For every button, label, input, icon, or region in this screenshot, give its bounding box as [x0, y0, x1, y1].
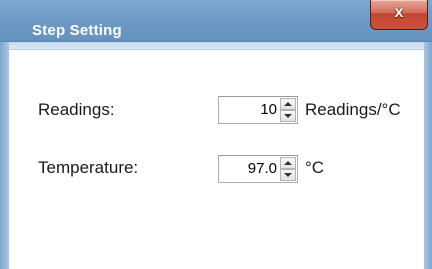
readings-decrement-button[interactable] [280, 110, 296, 122]
chevron-down-icon [284, 114, 292, 118]
temperature-spinbox[interactable]: 97.0 [218, 155, 298, 183]
step-setting-dialog: Step Setting x Readings: 10 Readings/°C … [0, 0, 432, 269]
readings-unit: Readings/°C [305, 100, 401, 119]
temperature-label: Temperature: [38, 158, 139, 177]
temperature-unit: °C [305, 158, 325, 177]
window-frame-right [424, 42, 432, 269]
title-bar[interactable]: Step Setting x [0, 0, 432, 42]
readings-label: Readings: [38, 100, 115, 119]
chevron-down-icon [284, 173, 292, 177]
chevron-up-icon [284, 161, 292, 165]
temperature-input[interactable]: 97.0 [219, 156, 279, 182]
temperature-spin-buttons [280, 157, 296, 181]
temperature-increment-button[interactable] [280, 157, 296, 169]
readings-increment-button[interactable] [280, 98, 296, 110]
window-frame-top-band [9, 42, 424, 49]
window-frame-left [0, 42, 9, 269]
chevron-up-icon [284, 102, 292, 106]
readings-input[interactable]: 10 [219, 97, 279, 123]
readings-spinbox[interactable]: 10 [218, 96, 298, 124]
readings-spin-buttons [280, 98, 296, 122]
close-button[interactable]: x [370, 0, 428, 30]
window-title: Step Setting [32, 22, 122, 39]
close-icon: x [394, 4, 404, 21]
temperature-decrement-button[interactable] [280, 169, 296, 181]
